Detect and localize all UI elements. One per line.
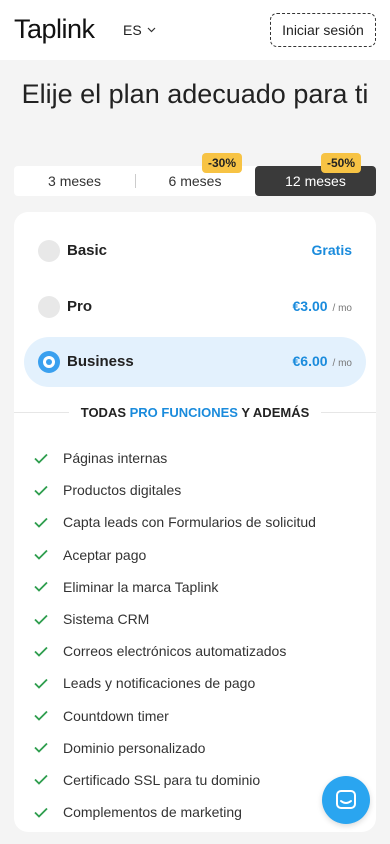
features-list: Páginas internas Productos digitales Capta… [34, 442, 316, 828]
feature-label: Eliminar la marca Taplink [63, 578, 219, 595]
tab-3-months[interactable]: 3 meses [14, 166, 135, 196]
check-icon [34, 678, 48, 689]
discount-badge-6-months: -30% [202, 153, 243, 173]
feature-label: Countdown timer [63, 707, 169, 724]
plan-price: €6.00 / mo [293, 353, 353, 369]
feature-item: Countdown timer [34, 700, 316, 732]
feature-item: Productos digitales [34, 474, 316, 506]
language-selector[interactable]: ES [123, 22, 156, 38]
pricing-card: Basic Gratis Pro €3.00 / mo Business €6.… [14, 212, 376, 832]
price-unit: / mo [332, 303, 352, 314]
check-icon [34, 807, 48, 818]
heading-suffix: Y ADEMÁS [237, 405, 310, 420]
price-value: €6.00 [292, 353, 328, 369]
price-value: Gratis [311, 242, 352, 258]
feature-item: Correos electrónicos automatizados [34, 635, 316, 667]
chat-bubble-icon [336, 790, 356, 809]
feature-item: Sistema CRM [34, 603, 316, 635]
feature-label: Sistema CRM [63, 611, 150, 628]
feature-label: Capta leads con Formularios de solicitud [63, 514, 316, 531]
feature-label: Leads y notificaciones de pago [63, 675, 256, 692]
chat-button[interactable] [322, 776, 370, 824]
plan-name: Pro [67, 298, 93, 315]
discount-badge-12-months: -50% [321, 153, 362, 173]
price-unit: / mo [332, 358, 352, 369]
check-icon [34, 710, 48, 721]
plan-price: Gratis [312, 242, 352, 258]
feature-item: Eliminar la marca Taplink [34, 571, 316, 603]
feature-label: Páginas internas [63, 450, 168, 467]
taplink-logo[interactable]: Taplink [14, 14, 95, 45]
check-icon [34, 485, 48, 496]
radio-business[interactable] [38, 351, 60, 373]
check-icon [34, 614, 48, 625]
plan-option-basic[interactable]: Basic Gratis [24, 226, 366, 276]
price-value: €3.00 [292, 298, 328, 314]
feature-item: Dominio personalizado [34, 732, 316, 764]
chevron-down-icon [147, 27, 156, 33]
language-label: ES [123, 22, 142, 38]
heading-prefix: TODAS [80, 405, 130, 420]
feature-label: Aceptar pago [63, 546, 147, 563]
check-icon [34, 582, 48, 593]
plan-option-business[interactable]: Business €6.00 / mo [24, 337, 366, 387]
plan-option-pro[interactable]: Pro €3.00 / mo [24, 282, 366, 332]
radio-pro[interactable] [38, 296, 60, 318]
plan-price: €3.00 / mo [293, 298, 353, 314]
feature-label: Correos electrónicos automatizados [63, 643, 287, 660]
plan-name: Basic [67, 242, 108, 259]
features-heading: TODAS PRO FUNCIONES Y ADEMÁS [14, 405, 376, 420]
features-heading-text: TODAS PRO FUNCIONES Y ADEMÁS [68, 405, 322, 420]
feature-item: Leads y notificaciones de pago [34, 667, 316, 699]
plan-name: Business [67, 353, 134, 370]
heading-highlight: PRO FUNCIONES [129, 405, 238, 420]
feature-label: Dominio personalizado [63, 739, 206, 756]
page-title: Elije el plan adecuado para ti [21, 79, 369, 109]
check-icon [34, 517, 48, 528]
feature-item: Complementos de marketing [34, 796, 316, 828]
radio-basic[interactable] [38, 240, 60, 262]
feature-item: Páginas internas [34, 442, 316, 474]
check-icon [34, 453, 48, 464]
check-icon [34, 550, 48, 560]
feature-item: Capta leads con Formularios de solicitud [34, 506, 316, 538]
top-header: Taplink ES Iniciar sesión [0, 0, 390, 60]
feature-label: Productos digitales [63, 482, 182, 499]
feature-item: Certificado SSL para tu dominio [34, 764, 316, 796]
check-icon [34, 775, 48, 786]
check-icon [34, 743, 48, 754]
check-icon [34, 646, 48, 657]
login-button[interactable]: Iniciar sesión [270, 13, 376, 47]
feature-label: Complementos de marketing [63, 804, 242, 821]
feature-item: Aceptar pago [34, 539, 316, 571]
feature-label: Certificado SSL para tu dominio [63, 771, 261, 788]
